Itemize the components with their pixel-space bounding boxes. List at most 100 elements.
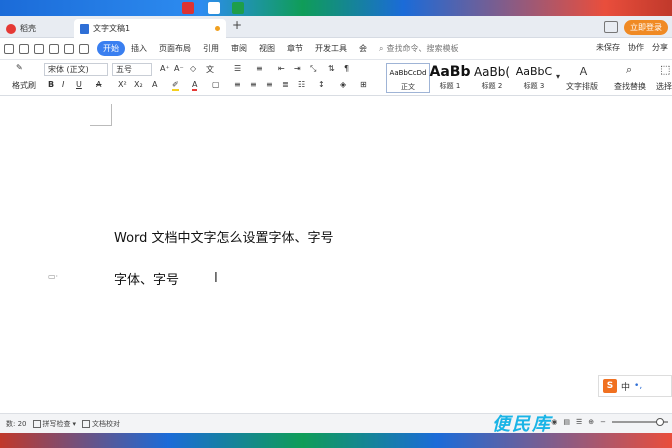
style-heading-2[interactable]: AaBb( 标题 2 bbox=[470, 63, 514, 93]
style-heading-2-label: 标题 2 bbox=[481, 82, 503, 90]
line-spacing-icon[interactable]: ↕ bbox=[318, 80, 325, 89]
shrink-font-icon[interactable]: A⁻ bbox=[174, 64, 184, 73]
italic-icon[interactable]: I bbox=[62, 80, 64, 89]
redo-icon[interactable] bbox=[79, 43, 89, 54]
proofread-icon bbox=[82, 419, 91, 428]
print-icon[interactable] bbox=[34, 43, 44, 54]
view-controls: ◉ ▤ ☰ ⊕ − bbox=[551, 418, 668, 426]
ime-toolbar[interactable]: S 中 •, bbox=[598, 375, 672, 397]
indent-icon[interactable]: ⇥ bbox=[294, 64, 301, 73]
outline-view-icon[interactable]: ☰ bbox=[576, 418, 582, 426]
new-tab-button[interactable]: + bbox=[232, 18, 242, 32]
collaborate-button[interactable]: 协作 bbox=[628, 42, 644, 53]
share-button[interactable]: 分享 bbox=[652, 42, 668, 53]
superscript-icon[interactable]: X² bbox=[118, 80, 127, 89]
highlight-icon[interactable]: ✐ bbox=[172, 80, 179, 91]
clear-format-icon[interactable]: ◇ bbox=[190, 64, 196, 73]
text-effect-icon[interactable]: A bbox=[152, 80, 157, 89]
select-button[interactable]: 选择 bbox=[656, 81, 672, 92]
tabbar-right: 立即登录 bbox=[604, 18, 672, 36]
numbering-icon[interactable]: ≡ bbox=[256, 64, 263, 73]
proofread-button[interactable]: 文档校对 bbox=[82, 419, 120, 429]
subscript-icon[interactable]: X₂ bbox=[134, 80, 143, 89]
bold-icon[interactable]: B bbox=[48, 80, 54, 89]
style-heading-1-label: 标题 1 bbox=[439, 82, 461, 90]
document-page[interactable] bbox=[0, 96, 672, 413]
shading-icon[interactable]: ◈ bbox=[340, 80, 346, 89]
align-left-icon[interactable]: ≡ bbox=[234, 80, 241, 89]
menu-item-view[interactable]: 视图 bbox=[253, 41, 281, 56]
format-painter-icon[interactable]: ✎ bbox=[16, 63, 23, 72]
bullets-icon[interactable]: ☰ bbox=[234, 64, 241, 73]
proofread-label: 文档校对 bbox=[92, 419, 121, 428]
font-color-icon[interactable]: A bbox=[192, 80, 198, 91]
unsaved-status[interactable]: 未保存 bbox=[596, 42, 620, 53]
align-right-icon[interactable]: ≡ bbox=[266, 80, 273, 89]
menu-item-review[interactable]: 审阅 bbox=[225, 41, 253, 56]
desktop-app-icon bbox=[232, 2, 244, 14]
paragraph-handle-icon[interactable]: ▭· bbox=[48, 272, 58, 281]
distributed-icon[interactable]: ☷ bbox=[298, 80, 305, 89]
word-count[interactable]: 数: 20 bbox=[6, 419, 27, 429]
page-margin-corner bbox=[90, 104, 112, 126]
find-replace-icon[interactable]: ⌕ bbox=[626, 63, 632, 77]
document-line-selection[interactable]: 字体、字号 bbox=[114, 269, 179, 288]
menu-item-chapter[interactable]: 章节 bbox=[281, 41, 309, 56]
char-border-icon[interactable]: ▢ bbox=[212, 80, 220, 89]
menu-item-member[interactable]: 会 bbox=[353, 41, 373, 56]
style-heading-3[interactable]: AaBbC 标题 3 bbox=[512, 63, 556, 93]
text-layout-icon[interactable]: Ａ bbox=[578, 63, 589, 79]
tab-home[interactable]: 稻壳 bbox=[0, 19, 70, 38]
zoom-slider-handle[interactable] bbox=[656, 418, 664, 426]
styles-more-icon[interactable]: ▾ bbox=[556, 72, 560, 81]
format-painter-button[interactable]: 格式刷 bbox=[12, 80, 36, 91]
text-direction-icon[interactable]: ⤡ bbox=[310, 64, 316, 74]
pinyin-icon[interactable]: 文 bbox=[206, 64, 214, 75]
borders-icon[interactable]: ⊞ bbox=[360, 80, 367, 89]
ime-mode[interactable]: 中 bbox=[621, 380, 630, 393]
justify-icon[interactable]: ≣ bbox=[282, 80, 289, 89]
page-view-icon[interactable]: ▤ bbox=[563, 418, 570, 426]
find-replace-button[interactable]: 查找替换 bbox=[614, 81, 646, 92]
menu-item-page-layout[interactable]: 页面布局 bbox=[153, 41, 197, 56]
tab-home-label: 稻壳 bbox=[20, 24, 36, 33]
menu-item-start[interactable]: 开始 bbox=[97, 41, 125, 56]
menu-icon[interactable] bbox=[4, 43, 14, 54]
show-marks-icon[interactable]: ¶ bbox=[344, 64, 349, 73]
underline-icon[interactable]: U bbox=[76, 80, 82, 89]
font-name-select[interactable]: 宋体 (正文) bbox=[44, 63, 108, 76]
style-heading-1[interactable]: AaBb 标题 1 bbox=[428, 63, 472, 93]
zoom-out-icon[interactable]: − bbox=[600, 418, 606, 426]
select-icon[interactable]: ⬚ bbox=[660, 63, 670, 76]
strikethrough-icon[interactable]: A bbox=[96, 80, 101, 89]
zoom-slider[interactable] bbox=[612, 418, 668, 426]
grow-font-icon[interactable]: A⁺ bbox=[160, 64, 170, 73]
desktop-background-bottom bbox=[0, 433, 672, 448]
window-layout-icon[interactable] bbox=[604, 21, 618, 33]
style-normal[interactable]: AaBbCcDd 正文 bbox=[386, 63, 430, 93]
undo-icon[interactable] bbox=[64, 43, 74, 54]
font-size-select[interactable]: 五号 bbox=[112, 63, 152, 76]
save-icon[interactable] bbox=[19, 43, 29, 54]
spell-check-toggle[interactable]: 拼写检查 ▾ bbox=[32, 419, 76, 429]
desktop-app-icon bbox=[182, 2, 194, 14]
outdent-icon[interactable]: ⇤ bbox=[278, 64, 285, 73]
web-view-icon[interactable]: ⊕ bbox=[588, 418, 594, 426]
menu-item-insert[interactable]: 插入 bbox=[125, 41, 153, 56]
preview-icon[interactable] bbox=[49, 43, 59, 54]
document-line-title[interactable]: Word 文档中文字怎么设置字体、字号 bbox=[114, 227, 334, 246]
eye-protection-icon[interactable]: ◉ bbox=[551, 418, 557, 426]
login-button[interactable]: 立即登录 bbox=[624, 19, 668, 35]
align-center-icon[interactable]: ≡ bbox=[250, 80, 257, 89]
ime-punct-icon[interactable]: •, bbox=[634, 381, 642, 391]
document-icon bbox=[80, 23, 89, 34]
menu-item-references[interactable]: 引用 bbox=[197, 41, 225, 56]
tab-bar: 稻壳 文字文稿1 + 立即登录 bbox=[0, 16, 672, 38]
sort-icon[interactable]: ⇅ bbox=[328, 64, 335, 73]
command-search[interactable]: ⌕ 查找命令、搜索模板 bbox=[379, 43, 458, 54]
text-layout-button[interactable]: 文字排版 bbox=[566, 81, 598, 92]
menu-item-developer[interactable]: 开发工具 bbox=[309, 41, 353, 56]
unsaved-indicator-icon bbox=[215, 26, 220, 31]
tab-document[interactable]: 文字文稿1 bbox=[74, 19, 226, 38]
style-heading-1-preview: AaBb bbox=[429, 64, 471, 80]
